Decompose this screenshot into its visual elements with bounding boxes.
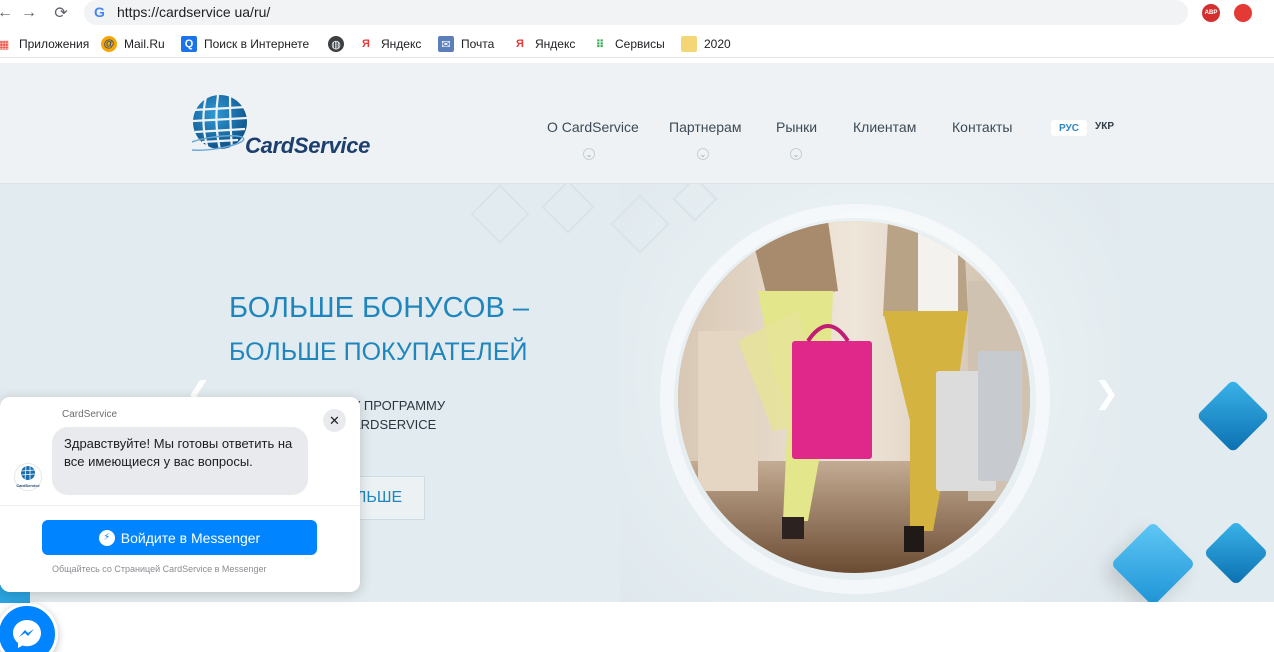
lang-ua-button[interactable]: УКР <box>1095 121 1114 132</box>
chevron-down-icon[interactable]: ⌄ <box>790 148 802 160</box>
bookmark-label: Почта <box>461 37 495 51</box>
adblock-label: ABP <box>1204 10 1218 16</box>
divider <box>0 505 360 506</box>
chat-greeting-bubble: Здравствуйте! Мы готовы ответить на все … <box>52 427 308 495</box>
bookmark-mailru[interactable]: @ Mail.Ru <box>101 35 165 53</box>
login-button-label: Войдите в Messenger <box>120 529 261 546</box>
hero-subtitle: У ПРОГРАММУ ARDSERVICE <box>352 396 445 434</box>
back-arrow-icon[interactable]: ← <box>0 2 16 24</box>
google-icon: G <box>94 4 105 20</box>
adblock-icon[interactable]: ABP <box>1202 4 1220 22</box>
logo-text: CardService <box>245 133 371 158</box>
messenger-note: Общайтесь со Страницей CardService в Mes… <box>52 564 267 574</box>
bookmark-label: Приложения <box>19 37 90 51</box>
bookmarks-bar: ▦ Приложения @ Mail.Ru Q Поиск в Интернете … <box>0 30 1274 58</box>
browser-toolbar: ← → ⟳ G https://cardservice ua/ru/ ABP <box>0 0 1274 27</box>
url-text[interactable]: https://cardservice ua/ru/ <box>117 4 270 20</box>
messenger-chat-widget: CardService ✕ CardService Здравствуйте! … <box>0 397 360 592</box>
menu-contacts[interactable]: Контакты <box>952 119 1012 135</box>
chevron-down-icon[interactable]: ⌄ <box>697 148 709 160</box>
slider-next-icon[interactable]: ❯ <box>1094 376 1119 411</box>
bookmark-folder-2020[interactable]: 2020 <box>681 35 731 53</box>
bookmark-yandex-2[interactable]: Я Яндекс <box>512 35 575 53</box>
hero-subtitle-line-1: У ПРОГРАММУ <box>352 398 446 413</box>
bookmark-label: Яндекс <box>381 37 422 51</box>
menu-about[interactable]: О CardService <box>547 119 639 135</box>
extension-stop-icon[interactable] <box>1234 4 1252 22</box>
bookmark-label: 2020 <box>704 37 731 51</box>
menu-markets[interactable]: Рынки <box>776 119 817 135</box>
address-bar[interactable]: G https://cardservice ua/ru/ <box>84 0 1188 25</box>
decor-diamond <box>1196 379 1270 453</box>
lang-ru-button[interactable]: РУС <box>1051 120 1087 136</box>
yandex-letter-icon: Я <box>516 38 524 50</box>
folder-icon <box>681 36 697 52</box>
shopping-photo <box>678 221 1030 573</box>
decor-diamond <box>1203 520 1269 586</box>
bookmark-mail[interactable]: ✉ Почта <box>438 35 494 53</box>
bookmark-globe[interactable]: ◍ <box>328 35 351 53</box>
avatar-label: CardService <box>16 483 40 488</box>
hero-subtitle-line-2: ARDSERVICE <box>352 417 437 432</box>
avatar: CardService <box>14 463 42 491</box>
bookmark-label: Поиск в Интернете <box>204 37 310 51</box>
bookmark-label: Сервисы <box>615 37 665 51</box>
bookmark-label: Яндекс <box>535 37 576 51</box>
close-icon[interactable]: ✕ <box>323 409 346 432</box>
messenger-icon <box>13 620 41 648</box>
hero-headline: БОЛЬШЕ БОНУСОВ – <box>229 292 529 324</box>
messenger-icon: ⚡ <box>98 529 115 546</box>
grid-icon: ⠿ <box>595 38 605 51</box>
chevron-down-icon[interactable]: ⌄ <box>583 148 595 160</box>
messenger-login-button[interactable]: ⚡ Войдите в Messenger <box>42 520 317 555</box>
forward-arrow-icon[interactable]: → <box>18 2 40 24</box>
site-header: CardService О CardService ⌄ Партнерам ⌄ … <box>0 63 1274 184</box>
menu-clients[interactable]: Клиентам <box>853 119 916 135</box>
messenger-fab-button[interactable] <box>0 603 58 652</box>
shoppers-illustration <box>678 221 1030 573</box>
cardservice-logo[interactable]: CardService <box>190 93 370 158</box>
chat-page-name: CardService <box>62 409 118 420</box>
bookmark-apps[interactable]: ▦ Приложения <box>0 35 89 53</box>
reload-icon[interactable]: ⟳ <box>50 2 72 24</box>
bookmark-search[interactable]: Q Поиск в Интернете <box>181 35 309 53</box>
mail-icon: ✉ <box>438 36 454 52</box>
globe-icon: ◍ <box>328 36 344 52</box>
bookmark-label: Mail.Ru <box>124 37 165 51</box>
cardservice-globe-icon <box>20 465 36 481</box>
globe-logo-icon <box>192 94 248 151</box>
apps-icon: ▦ <box>0 38 10 51</box>
mailru-icon: @ <box>101 36 117 52</box>
bookmark-yandex[interactable]: Я Яндекс <box>358 35 421 53</box>
bookmark-services[interactable]: ⠿ Сервисы <box>592 35 665 53</box>
decor-diamond <box>1110 521 1196 602</box>
menu-partners[interactable]: Партнерам <box>669 119 741 135</box>
hero-headline-2: БОЛЬШЕ ПОКУПАТЕЛЕЙ <box>229 338 528 366</box>
search-icon: Q <box>181 36 197 52</box>
yandex-icon: Я <box>362 38 370 50</box>
